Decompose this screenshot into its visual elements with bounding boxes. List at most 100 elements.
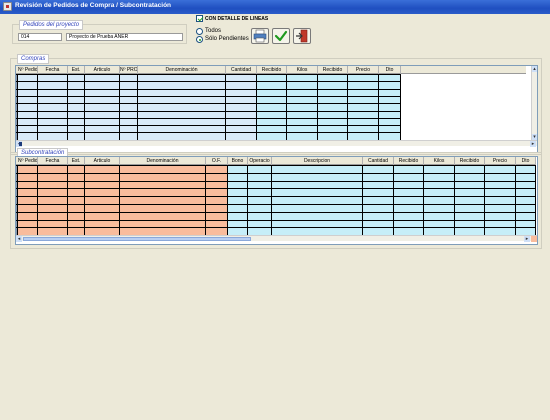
compras-column[interactable] (138, 74, 226, 140)
proyecto-group-title: Pedidos del proyecto (19, 20, 84, 30)
sub-col-header[interactable]: Denominación (120, 157, 206, 165)
app-icon (3, 2, 12, 11)
compras-scroll-thumb[interactable] (19, 142, 22, 146)
sub-col-header[interactable]: Nº Pedid (18, 157, 38, 165)
sub-scroll-right[interactable]: ▸ (524, 236, 530, 242)
sub-column[interactable] (120, 165, 206, 236)
exit-door-icon (296, 29, 308, 43)
sub-column[interactable] (394, 165, 424, 236)
sub-col-header[interactable]: Kilos (424, 157, 455, 165)
sub-col-header[interactable]: Est. (68, 157, 85, 165)
proyecto-group: Pedidos del proyecto 014 Proyecto de Pru… (12, 20, 187, 44)
compras-row-line (16, 125, 401, 127)
compras-grid-header: Nº PedidFechaEst.ArticuloNº PROCDenomina… (16, 66, 526, 74)
printer-icon (253, 29, 267, 43)
radio-solo-pendientes-label: Sólo Pendientes (205, 36, 249, 42)
sub-column[interactable] (516, 165, 536, 236)
compras-column[interactable] (318, 74, 348, 140)
compras-col-header[interactable]: Recibido (318, 66, 348, 74)
compras-row-line (16, 103, 401, 105)
sub-column[interactable] (38, 165, 68, 236)
sub-row-line (16, 165, 536, 166)
compras-column[interactable] (257, 74, 287, 140)
radio-todos-label: Todos (205, 28, 222, 34)
title-bar: Revisión de Pedidos de Compra / Subcontr… (0, 0, 550, 14)
project-name-field[interactable]: Proyecto de Prueba ANER (66, 33, 183, 41)
compras-col-header[interactable]: Denominación (138, 66, 226, 74)
sub-row-line (16, 227, 536, 229)
compras-col-header[interactable]: Nº Pedid (18, 66, 38, 74)
compras-column[interactable] (38, 74, 68, 140)
compras-column[interactable] (85, 74, 120, 140)
project-code-field[interactable]: 014 (18, 33, 62, 41)
compras-column[interactable] (226, 74, 257, 140)
compras-group: Compras Nº PedidFechaEst.ArticuloNº PROC… (10, 54, 542, 155)
radio-solo-pendientes[interactable] (196, 36, 203, 43)
compras-column[interactable] (348, 74, 379, 140)
compras-col-header[interactable]: Precio (348, 66, 379, 74)
compras-column[interactable] (379, 74, 401, 140)
sub-column[interactable] (455, 165, 485, 236)
compras-vertical-scrollbar[interactable]: ▴ ▾ (531, 66, 537, 140)
compras-column[interactable] (120, 74, 138, 140)
compras-col-header[interactable]: Cantidad (226, 66, 257, 74)
sub-scroll-thumb[interactable] (23, 237, 251, 241)
subcontratacion-group: Subcontratación Nº Pedid Fecha Est. Articul… (10, 148, 542, 249)
sub-col-header[interactable]: Operacio (248, 157, 272, 165)
compras-col-header[interactable]: Kilos (287, 66, 318, 74)
compras-col-header[interactable]: Nº PROC (120, 66, 138, 74)
sub-col-header[interactable]: Cantidad (363, 157, 394, 165)
compras-horizontal-scrollbar[interactable]: ◂ ▸ (16, 140, 537, 147)
sub-col-header[interactable]: O.F. (206, 157, 228, 165)
exit-button[interactable] (293, 28, 311, 44)
sub-column[interactable] (485, 165, 516, 236)
sub-col-header[interactable]: Bono (228, 157, 248, 165)
accept-button[interactable] (272, 28, 290, 44)
subcontratacion-grid-header: Nº Pedid Fecha Est. Articulo Denominación O.F… (16, 157, 536, 165)
sub-row-line (16, 180, 536, 182)
sub-column[interactable] (18, 165, 38, 236)
sub-column[interactable] (363, 165, 394, 236)
compras-col-header[interactable]: Est. (68, 66, 85, 74)
sub-col-header[interactable]: Recibido (455, 157, 485, 165)
detail-lines-checkbox[interactable] (196, 15, 203, 22)
sub-col-header[interactable]: Articulo (85, 157, 120, 165)
sub-col-header[interactable]: Descripcion (272, 157, 363, 165)
compras-grid[interactable]: Nº PedidFechaEst.ArticuloNº PROCDenomina… (15, 65, 538, 153)
compras-column[interactable] (68, 74, 85, 140)
window-title: Revisión de Pedidos de Compra / Subcontr… (15, 2, 172, 9)
print-button[interactable] (251, 28, 269, 44)
compras-column[interactable] (18, 74, 38, 140)
sub-scroll-corner (531, 236, 537, 242)
compras-row-line (16, 81, 401, 83)
sub-column[interactable] (424, 165, 455, 236)
compras-row-line (16, 132, 401, 134)
compras-row-line (16, 95, 401, 97)
sub-scroll-left[interactable]: ◂ (16, 236, 22, 242)
sub-column[interactable] (272, 165, 363, 236)
sub-column[interactable] (68, 165, 85, 236)
subcontratacion-grid[interactable]: Nº Pedid Fecha Est. Articulo Denominación O.F… (15, 156, 538, 245)
sub-column[interactable] (248, 165, 272, 236)
compras-column[interactable] (287, 74, 318, 140)
sub-col-header[interactable]: Recibido (394, 157, 424, 165)
radio-todos[interactable] (196, 28, 203, 35)
window-client: Pedidos del proyecto 014 Proyecto de Pru… (0, 14, 550, 420)
sub-col-header[interactable]: Precio (485, 157, 516, 165)
checkmark-icon (274, 30, 288, 42)
compras-row-line (16, 74, 401, 75)
compras-col-header[interactable]: Fecha (38, 66, 68, 74)
compras-group-title: Compras (17, 54, 50, 64)
compras-scroll-up[interactable]: ▴ (532, 66, 537, 72)
sub-column[interactable] (85, 165, 120, 236)
sub-col-header[interactable]: Fecha (38, 157, 68, 165)
compras-col-header[interactable]: Articulo (85, 66, 120, 74)
compras-col-header[interactable]: Recibido (257, 66, 287, 74)
sub-column[interactable] (228, 165, 248, 236)
compras-col-header[interactable]: Dto (379, 66, 401, 74)
sub-col-header[interactable]: Dto (516, 157, 536, 165)
compras-scroll-right[interactable]: ▸ (530, 141, 536, 147)
sub-row-line (16, 188, 536, 190)
subcontratacion-horizontal-scrollbar[interactable]: ◂ ▸ (16, 235, 537, 242)
sub-column[interactable] (206, 165, 228, 236)
